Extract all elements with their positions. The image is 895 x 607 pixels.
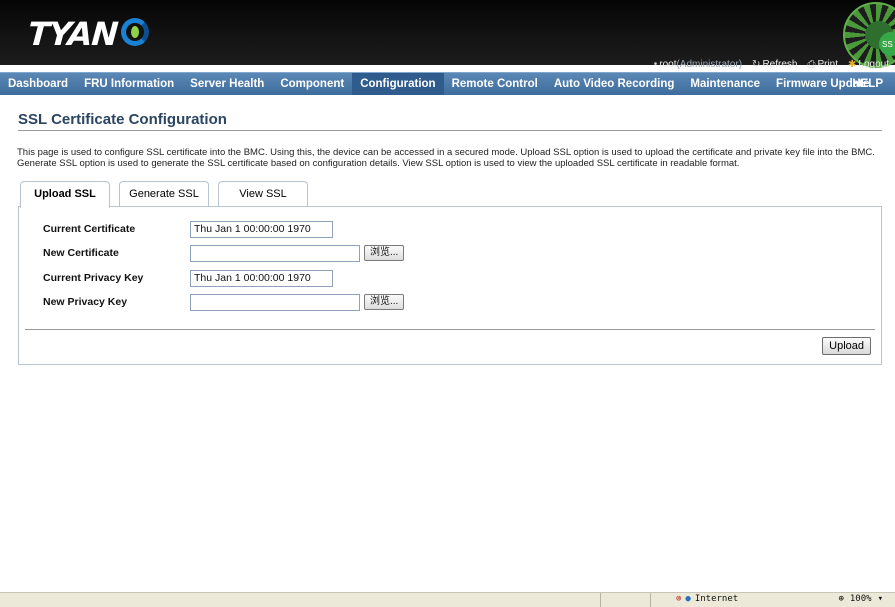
corner-badge-text: SS	[882, 39, 893, 49]
tab-upload-ssl[interactable]: Upload SSL	[20, 181, 110, 208]
current-privacy-key-row: Current Privacy Key Thu Jan 1 00:00:00 1…	[43, 269, 333, 287]
logout-link[interactable]: ✱ Logout	[848, 59, 889, 70]
new-certificate-file-input[interactable]	[190, 244, 360, 262]
current-certificate-field: Thu Jan 1 00:00:00 1970	[190, 220, 333, 238]
current-certificate-row: Current Certificate Thu Jan 1 00:00:00 1…	[43, 220, 333, 238]
tab-view-ssl[interactable]: View SSL	[218, 181, 308, 206]
user-name: root	[659, 58, 677, 70]
user-info: • root(Administrator)	[654, 59, 742, 70]
current-privacy-key-label: Current Privacy Key	[43, 272, 144, 284]
browser-status-bar: ⊗ ● Internet ⊕ 100% ▾	[0, 592, 895, 607]
new-privacy-key-label: New Privacy Key	[43, 296, 128, 308]
logo-swirl-icon	[121, 18, 150, 46]
nav-component[interactable]: Component	[272, 73, 352, 95]
new-certificate-label: New Certificate	[43, 247, 119, 259]
zoom-level: 100%	[849, 594, 872, 604]
new-certificate-row: New Certificate 浏览...	[43, 244, 405, 262]
header-banner: TYAN SS	[0, 0, 895, 68]
nav-maintenance[interactable]: Maintenance	[682, 73, 768, 95]
protected-mode-icon: ⊗	[676, 594, 682, 604]
user-toolbar: • root(Administrator) ↻ Refresh ⎙ Print ✱ Lo…	[654, 58, 889, 70]
new-privacy-key-row: New Privacy Key 浏览...	[43, 293, 405, 311]
zoom-icon: ⊕	[838, 594, 844, 604]
nav-configuration[interactable]: Configuration	[352, 73, 444, 95]
new-certificate-browse-button[interactable]: 浏览...	[364, 245, 405, 261]
logo-text: TYAN	[26, 15, 119, 53]
logout-icon: ✱	[848, 58, 857, 70]
current-privacy-key-field: Thu Jan 1 00:00:00 1970	[190, 269, 333, 287]
page-description: This page is used to configure SSL certi…	[17, 147, 875, 169]
nav-fru-information[interactable]: FRU Information	[76, 73, 182, 95]
status-cell	[650, 593, 671, 607]
tab-generate-ssl[interactable]: Generate SSL	[119, 181, 209, 206]
upload-button[interactable]: Upload	[822, 337, 871, 355]
panel-divider	[25, 329, 875, 330]
refresh-link[interactable]: ↻ Refresh	[752, 59, 797, 70]
logout-label: Logout	[858, 58, 889, 70]
security-zone: ⊗ ● Internet	[676, 594, 738, 604]
nav-remote-control[interactable]: Remote Control	[444, 73, 546, 95]
print-link[interactable]: ⎙ Print	[807, 59, 838, 70]
print-icon: ⎙	[807, 58, 816, 70]
print-label: Print	[817, 58, 839, 70]
new-privacy-key-file-input[interactable]	[190, 293, 360, 311]
refresh-label: Refresh	[762, 58, 798, 70]
status-cell	[600, 593, 627, 607]
zone-label: Internet	[694, 594, 739, 604]
user-role: (Administrator)	[676, 58, 743, 70]
nav-auto-video-recording[interactable]: Auto Video Recording	[546, 73, 683, 95]
current-certificate-label: Current Certificate	[43, 223, 136, 235]
globe-icon: ●	[685, 594, 691, 604]
title-divider	[18, 130, 882, 131]
page-title: SSL Certificate Configuration	[18, 111, 227, 128]
upload-ssl-panel: Current Certificate Thu Jan 1 00:00:00 1…	[18, 206, 882, 365]
zoom-control[interactable]: ⊕ 100% ▾	[838, 594, 883, 604]
tyan-logo: TYAN	[26, 14, 150, 54]
nav-help[interactable]: HELP	[844, 73, 891, 95]
refresh-icon: ↻	[752, 58, 761, 70]
user-bullet-icon: •	[653, 58, 658, 70]
main-nav: Dashboard FRU Information Server Health …	[0, 72, 895, 95]
nav-dashboard[interactable]: Dashboard	[0, 73, 76, 95]
new-privacy-key-browse-button[interactable]: 浏览...	[364, 294, 405, 310]
nav-server-health[interactable]: Server Health	[182, 73, 272, 95]
chevron-down-icon: ▾	[877, 594, 883, 604]
